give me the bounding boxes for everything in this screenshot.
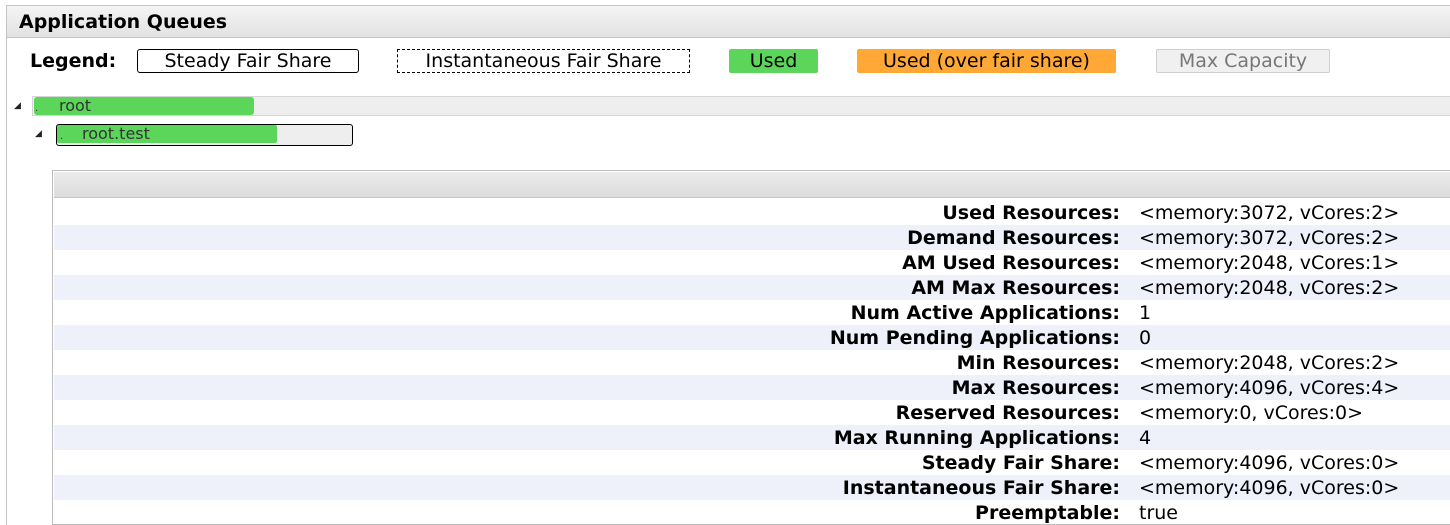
detail-value: <memory:4096, vCores:0> xyxy=(1139,477,1400,499)
legend-label: Legend: xyxy=(30,50,117,72)
detail-value: 0 xyxy=(1139,327,1152,349)
detail-value: 4 xyxy=(1139,427,1152,449)
detail-value: true xyxy=(1139,502,1178,524)
detail-row-reserved-resources: Reserved Resources: <memory:0, vCores:0> xyxy=(54,400,1450,425)
detail-value: <memory:2048, vCores:1> xyxy=(1139,252,1400,274)
legend-instantaneous-fair-share: Instantaneous Fair Share xyxy=(397,49,690,73)
root-queue-dot-icon: . xyxy=(35,103,39,114)
detail-row-am-used-resources: AM Used Resources: <memory:2048, vCores:… xyxy=(54,250,1450,275)
detail-row-num-pending-applications: Num Pending Applications: 0 xyxy=(54,325,1450,350)
detail-value: <memory:3072, vCores:2> xyxy=(1139,202,1400,224)
root-collapse-toggle-icon[interactable]: ◢ xyxy=(14,101,21,111)
detail-value: <memory:4096, vCores:0> xyxy=(1139,452,1400,474)
detail-key: Used Resources: xyxy=(942,202,1120,224)
detail-key: AM Max Resources: xyxy=(911,277,1120,299)
detail-key: Num Pending Applications: xyxy=(829,327,1120,349)
detail-key: Demand Resources: xyxy=(907,227,1120,249)
detail-row-demand-resources: Demand Resources: <memory:3072, vCores:2… xyxy=(54,225,1450,250)
detail-key: Max Resources: xyxy=(951,377,1120,399)
detail-row-used-resources: Used Resources: <memory:3072, vCores:2> xyxy=(54,200,1450,225)
detail-value: <memory:2048, vCores:2> xyxy=(1139,277,1400,299)
detail-value: <memory:2048, vCores:2> xyxy=(1139,352,1400,374)
test-collapse-toggle-icon[interactable]: ◢ xyxy=(35,129,42,139)
detail-key: Reserved Resources: xyxy=(895,402,1120,424)
detail-key: Num Active Applications: xyxy=(850,302,1120,324)
detail-row-instantaneous-fair-share: Instantaneous Fair Share: <memory:4096, … xyxy=(54,475,1450,500)
detail-key: Preemptable: xyxy=(975,502,1120,524)
root-queue-label[interactable]: root xyxy=(59,97,91,115)
detail-value: 1 xyxy=(1139,302,1152,324)
panel-header: Application Queues xyxy=(6,5,1450,38)
detail-key: Min Resources: xyxy=(956,352,1120,374)
legend-used-over-fair-share: Used (over fair share) xyxy=(857,49,1116,73)
detail-row-am-max-resources: AM Max Resources: <memory:2048, vCores:2… xyxy=(54,275,1450,300)
detail-key: Steady Fair Share: xyxy=(921,452,1120,474)
detail-row-max-running-applications: Max Running Applications: 4 xyxy=(54,425,1450,450)
detail-value: <memory:4096, vCores:4> xyxy=(1139,377,1400,399)
detail-key: AM Used Resources: xyxy=(902,252,1120,274)
detail-row-preemptable: Preemptable: true xyxy=(54,500,1450,525)
legend-used: Used xyxy=(729,49,818,73)
detail-value: <memory:0, vCores:0> xyxy=(1139,402,1364,424)
legend-steady-fair-share: Steady Fair Share xyxy=(137,49,359,73)
legend-max-capacity: Max Capacity xyxy=(1156,49,1330,73)
detail-row-max-resources: Max Resources: <memory:4096, vCores:4> xyxy=(54,375,1450,400)
detail-row-steady-fair-share: Steady Fair Share: <memory:4096, vCores:… xyxy=(54,450,1450,475)
test-queue-label[interactable]: root.test xyxy=(82,125,150,143)
detail-value: <memory:3072, vCores:2> xyxy=(1139,227,1400,249)
queue-details-header xyxy=(54,172,1450,198)
queue-details-rows: Used Resources: <memory:3072, vCores:2> … xyxy=(54,200,1450,525)
detail-key: Instantaneous Fair Share: xyxy=(842,477,1120,499)
detail-row-min-resources: Min Resources: <memory:2048, vCores:2> xyxy=(54,350,1450,375)
detail-key: Max Running Applications: xyxy=(833,427,1120,449)
test-queue-dot-icon: . xyxy=(60,131,64,142)
detail-row-num-active-applications: Num Active Applications: 1 xyxy=(54,300,1450,325)
panel-title: Application Queues xyxy=(19,11,228,33)
page: Application Queues Legend: Steady Fair S… xyxy=(0,0,1450,525)
